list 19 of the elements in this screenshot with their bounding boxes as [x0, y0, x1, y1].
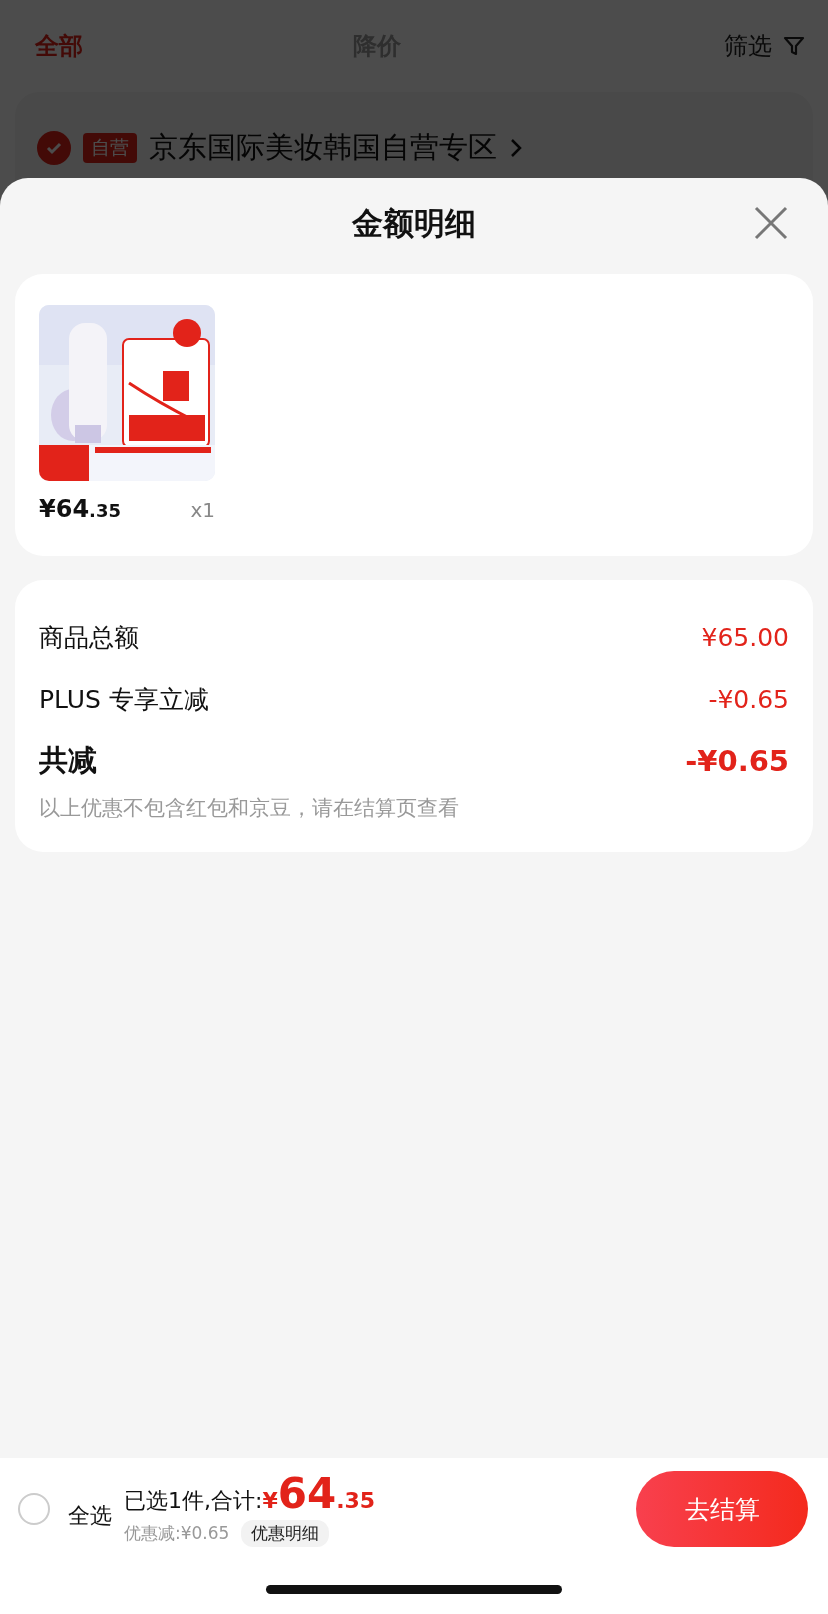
summary-value: -¥0.65: [685, 744, 789, 778]
summary-value: ¥65.00: [701, 622, 789, 652]
discount-detail-button[interactable]: 优惠明细: [241, 1519, 330, 1547]
summary-value: -¥0.65: [708, 684, 789, 714]
checkout-button[interactable]: 去结算: [636, 1471, 808, 1547]
select-all-checkbox[interactable]: [18, 1493, 50, 1525]
quantity: x1: [190, 498, 215, 522]
select-all-label[interactable]: 全选: [68, 1501, 112, 1531]
discount-text: 优惠减:¥0.65: [124, 1521, 230, 1545]
total-price: ¥64.35: [262, 1471, 376, 1516]
summary-label: 共减: [39, 742, 97, 779]
summary-label: 商品总额: [39, 621, 139, 654]
sheet-title: 金额明细: [352, 204, 476, 243]
note-text: 以上优惠不包含红包和京豆，请在结算页查看: [39, 795, 460, 822]
selected-summary: 已选1件,合计:: [124, 1486, 263, 1515]
tab[interactable]: 全部: [35, 30, 83, 62]
summary-label: PLUS 专享立减: [39, 683, 209, 716]
close-button[interactable]: [752, 204, 790, 242]
product-price: ¥64.35: [39, 495, 121, 523]
